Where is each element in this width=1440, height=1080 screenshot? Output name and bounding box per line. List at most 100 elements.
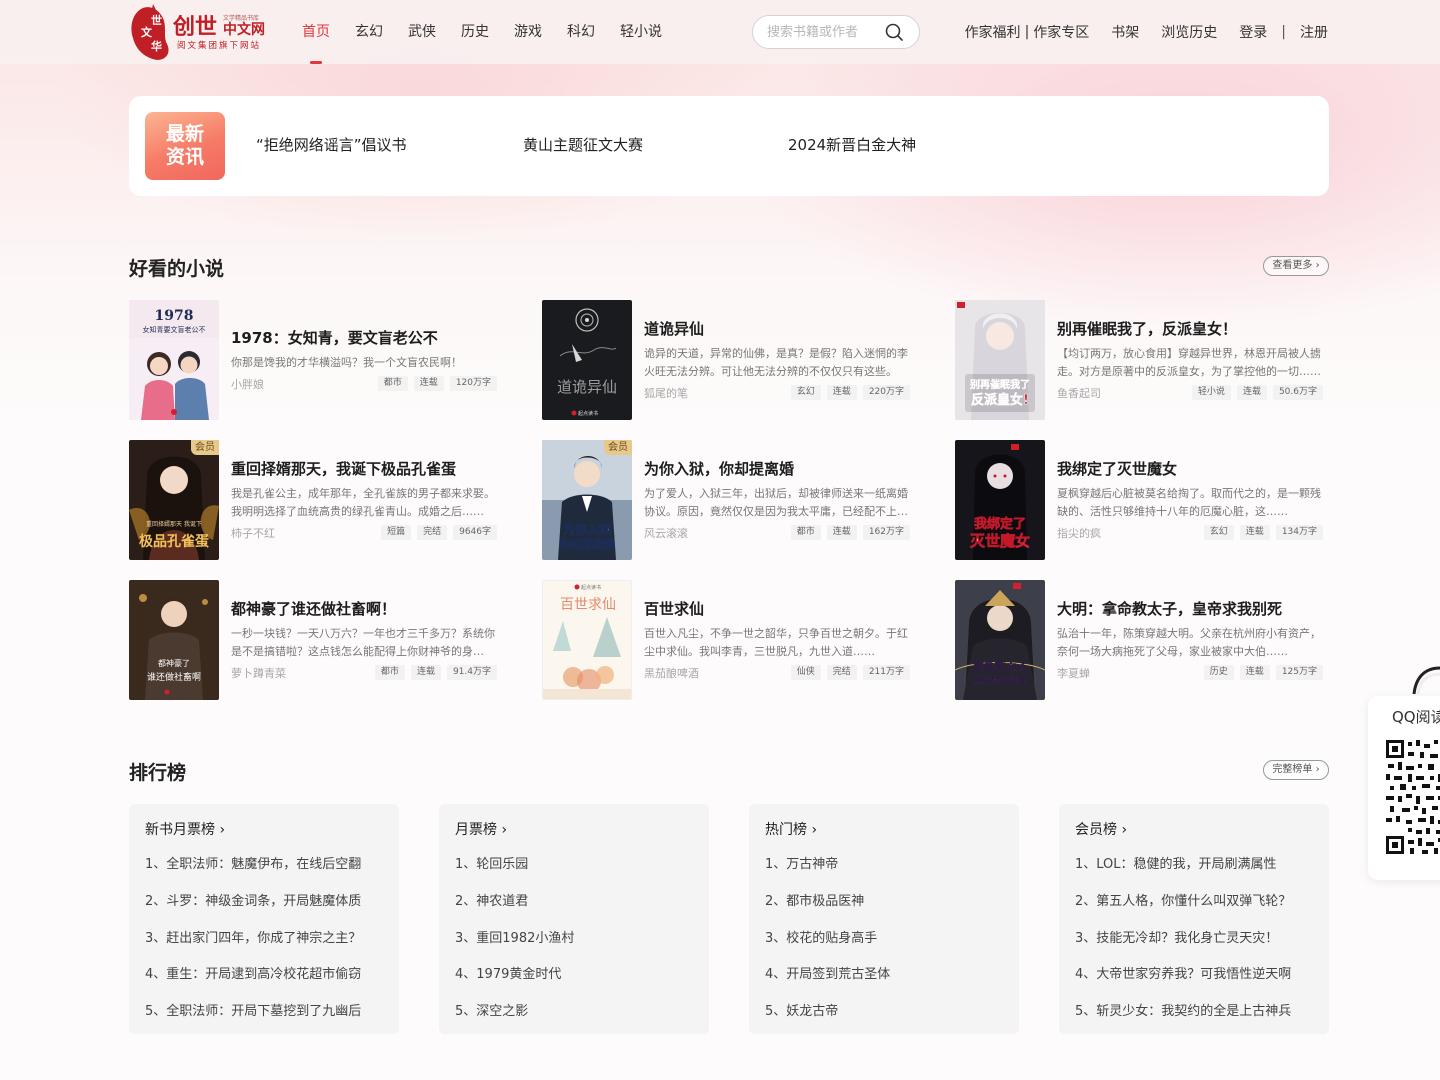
svg-text:中文网: 中文网: [223, 21, 265, 38]
news-item[interactable]: 黄山主题征文大赛: [523, 134, 643, 155]
book-card[interactable]: 别再催眠我了 反派皇女! 别再催眠我了，反派皇女！ 【均订两万，放心食用】穿越异…: [955, 300, 1325, 420]
book-author[interactable]: 柿子不红: [231, 525, 275, 541]
ranking-item[interactable]: 5、深空之影: [455, 1000, 700, 1019]
ranking-item[interactable]: 3、重回1982小渔村: [455, 927, 700, 946]
book-title[interactable]: 百世求仙: [644, 598, 704, 619]
bookshelf-link[interactable]: 书架: [1111, 22, 1139, 42]
ranking-item[interactable]: 1、LOL：稳健的我，开局刷满属性: [1075, 853, 1320, 872]
book-card[interactable]: 我绑定了 灭世魔女 我绑定了灭世魔女 夏枫穿越后心脏被莫名给掏了。取而代之的，是…: [955, 440, 1325, 560]
svg-text:灭世魔女: 灭世魔女: [969, 532, 1030, 550]
book-author[interactable]: 李夏蝉: [1057, 665, 1090, 681]
book-card[interactable]: 1978 女知青要文盲老公不 1978：女知青，要文盲老公不 你那是馋我的才华横…: [129, 300, 499, 420]
nav-game[interactable]: 游戏: [514, 0, 542, 64]
news-item[interactable]: “拒绝网络谣言”倡议书: [256, 134, 407, 155]
book-cover[interactable]: 我绑定了 灭世魔女: [955, 440, 1045, 560]
ranking-item[interactable]: 2、斗罗：神级金词条，开局魅魔体质: [145, 890, 390, 909]
ranking-list-title[interactable]: 新书月票榜 ›: [145, 819, 225, 839]
news-badge: 最新资讯: [145, 112, 225, 180]
book-card[interactable]: 为你入狱 你却提离婚 会员 为你入狱，你却提离婚 为了爱人，入狱三年，出狱后，却…: [542, 440, 912, 560]
book-author[interactable]: 小胖娘: [231, 376, 264, 392]
book-card[interactable]: 都神豪了 谁还做社畜啊 都神豪了谁还做社畜啊！ 一秒一块钱？一天八万六？一年也才…: [129, 580, 499, 700]
nav-wuxia[interactable]: 武侠: [408, 0, 436, 64]
ranking-list-new-book: 新书月票榜 › 1、全职法师：魅魔伊布，在线后空翻 2、斗罗：神级金词条，开局魅…: [129, 804, 399, 1034]
book-tag: 完结: [417, 525, 448, 540]
search-icon[interactable]: [884, 22, 904, 42]
nav-light-novel[interactable]: 轻小说: [620, 0, 662, 64]
book-title[interactable]: 道诡异仙: [644, 318, 704, 339]
nav-xuanhuan[interactable]: 玄幻: [355, 0, 383, 64]
book-description: 百世入凡尘，不争一世之韶华，只争百世之朝夕。于红尘中求仙。我叫李青，三世脱凡，九…: [644, 627, 908, 658]
book-title[interactable]: 为你入狱，你却提离婚: [644, 458, 794, 479]
nav-home[interactable]: 首页: [302, 0, 330, 64]
book-title[interactable]: 我绑定了灭世魔女: [1057, 458, 1177, 479]
book-cover[interactable]: 别再催眠我了 反派皇女!: [955, 300, 1045, 420]
ranking-item[interactable]: 4、开局签到荒古圣体: [765, 963, 1010, 982]
book-author[interactable]: 萝卜蹲青菜: [231, 665, 286, 681]
author-zone-link[interactable]: 作家专区: [1033, 22, 1089, 42]
ranking-item[interactable]: 4、1979黄金时代: [455, 963, 700, 982]
ranking-list-title[interactable]: 会员榜 ›: [1075, 819, 1127, 839]
ranking-item[interactable]: 2、都市极品医神: [765, 890, 1010, 909]
site-logo[interactable]: 文 世 华 创世 中文网 文学精品书库 阅文集团旗下网站: [129, 2, 275, 62]
book-cover[interactable]: 为你入狱 你却提离婚 会员: [542, 440, 632, 560]
search-input[interactable]: [767, 22, 882, 42]
author-welfare-link[interactable]: 作家福利: [965, 22, 1021, 42]
chevron-right-icon: ›: [1315, 764, 1320, 775]
book-cover[interactable]: 都神豪了 谁还做社畜啊: [129, 580, 219, 700]
book-card[interactable]: 拿命教太子 皇帝求我别死 大明：拿命教太子，皇帝求我别死 弘治十一年，陈策穿越大…: [955, 580, 1325, 700]
book-author[interactable]: 指尖的疯: [1057, 525, 1101, 541]
book-cover[interactable]: 重回择婿那天 我诞下 极品孔雀蛋 会员: [129, 440, 219, 560]
ranking-item[interactable]: 3、校花的贴身高手: [765, 927, 1010, 946]
book-meta: 狐尾的笔 玄幻 连载 220万字: [644, 385, 910, 401]
ranking-item[interactable]: 5、斩灵少女：我契约的全是上古神兵: [1075, 1000, 1320, 1019]
book-author[interactable]: 风云滚滚: [644, 525, 688, 541]
book-tag: 连载: [1239, 665, 1270, 680]
ranking-item[interactable]: 4、大帝世家穷养我？可我悟性逆天啊: [1075, 963, 1320, 982]
view-more-button[interactable]: 查看更多 ›: [1263, 256, 1329, 276]
book-cover[interactable]: 道诡异仙 起点读书: [542, 300, 632, 420]
book-author[interactable]: 鱼香起司: [1057, 385, 1101, 401]
qq-reader-panel[interactable]: QQ阅读: [1368, 696, 1440, 880]
ranking-item[interactable]: 3、赶出家门四年，你成了神宗之主？: [145, 927, 390, 946]
ranking-item[interactable]: 2、神农道君: [455, 890, 700, 909]
nav-scifi[interactable]: 科幻: [567, 0, 595, 64]
book-tags: 仙侠 完结 211万字: [785, 665, 910, 680]
book-title[interactable]: 大明：拿命教太子，皇帝求我别死: [1057, 598, 1282, 619]
ranking-item[interactable]: 5、全职法师：开局下墓挖到了九幽后: [145, 1000, 390, 1019]
ranking-item[interactable]: 3、技能无冷却？我化身亡灵天灾！: [1075, 927, 1320, 946]
qq-mascot-icon[interactable]: [1410, 664, 1440, 698]
ranking-item[interactable]: 1、轮回乐园: [455, 853, 700, 872]
book-title[interactable]: 都神豪了谁还做社畜啊！: [231, 598, 396, 619]
book-tags: 短篇 完结 9646字: [375, 525, 497, 540]
login-link[interactable]: 登录: [1239, 22, 1267, 42]
register-link[interactable]: 注册: [1300, 22, 1328, 42]
book-card[interactable]: 道诡异仙 起点读书 道诡异仙 诡异的天道，异常的仙佛，是真？是假？陷入迷惘的李火…: [542, 300, 912, 420]
book-meta: 黑茄酿啤酒 仙侠 完结 211万字: [644, 665, 910, 681]
book-tag: 连载: [1239, 525, 1270, 540]
ranking-list-title[interactable]: 月票榜 ›: [455, 819, 507, 839]
book-meta: 柿子不红 短篇 完结 9646字: [231, 525, 497, 541]
nav-history[interactable]: 历史: [461, 0, 489, 64]
ranking-item[interactable]: 1、全职法师：魅魔伊布，在线后空翻: [145, 853, 390, 872]
full-ranking-button[interactable]: 完整榜单 ›: [1263, 760, 1329, 780]
ranking-item[interactable]: 2、第五人格，你懂什么叫双弹飞轮？: [1075, 890, 1320, 909]
book-card[interactable]: 起点读书 百世求仙 百世求仙 百世入凡尘，不争一世之韶华，只争百世之朝夕。于红尘…: [542, 580, 912, 700]
book-cover[interactable]: 1978 女知青要文盲老公不: [129, 300, 219, 420]
book-author[interactable]: 黑茄酿啤酒: [644, 665, 699, 681]
chevron-right-icon: ›: [219, 822, 226, 838]
book-card[interactable]: 重回择婿那天 我诞下 极品孔雀蛋 会员 重回择婿那天，我诞下极品孔雀蛋 我是孔雀…: [129, 440, 499, 560]
book-description: 夏枫穿越后心脏被莫名给掏了。取而代之的，是一颗残缺的、活性只够维持十八年的厄魔心…: [1057, 487, 1321, 518]
ranking-list-title[interactable]: 热门榜 ›: [765, 819, 817, 839]
history-link[interactable]: 浏览历史: [1161, 22, 1217, 42]
book-cover[interactable]: 拿命教太子 皇帝求我别死: [955, 580, 1045, 700]
ranking-item[interactable]: 4、重生：开局逮到高冷校花超市偷窃: [145, 963, 390, 982]
ranking-item[interactable]: 5、妖龙古帝: [765, 1000, 1010, 1019]
svg-text:拿命教太子: 拿命教太子: [972, 659, 1028, 673]
ranking-item[interactable]: 1、万古神帝: [765, 853, 1010, 872]
book-title[interactable]: 重回择婿那天，我诞下极品孔雀蛋: [231, 458, 456, 479]
book-author[interactable]: 狐尾的笔: [644, 385, 688, 401]
news-item[interactable]: 2024新晋白金大神: [788, 134, 916, 155]
book-title[interactable]: 别再催眠我了，反派皇女！: [1057, 318, 1237, 339]
book-title[interactable]: 1978：女知青，要文盲老公不: [231, 327, 438, 348]
book-cover[interactable]: 起点读书 百世求仙: [542, 580, 632, 700]
